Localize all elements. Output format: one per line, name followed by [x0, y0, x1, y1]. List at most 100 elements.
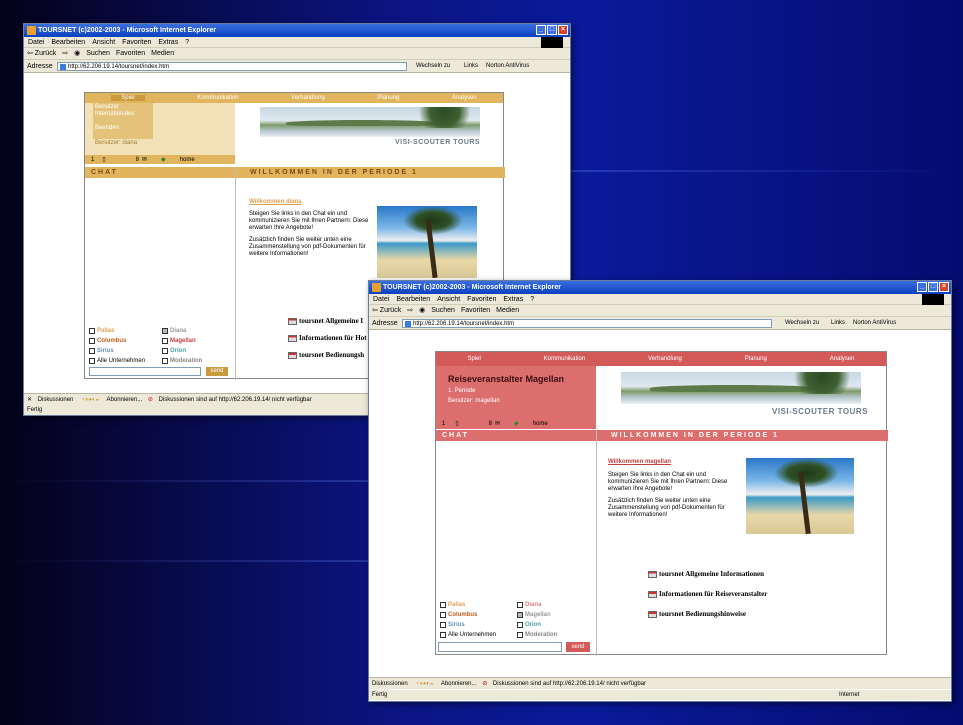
menu-item-internationales[interactable]: Internationales — [95, 111, 151, 118]
user-checkbox[interactable] — [162, 348, 168, 354]
favorites-button[interactable]: Favoriten — [461, 307, 490, 314]
back-button[interactable]: ⇦ Zurück — [372, 307, 401, 314]
user-checkbox[interactable] — [517, 622, 523, 628]
user-checkbox[interactable] — [440, 632, 446, 638]
home-arrow-icon[interactable]: ◆ — [514, 420, 519, 427]
user-checkbox[interactable] — [89, 328, 95, 334]
pdf-link[interactable]: toursnet Bedienungsh — [288, 351, 367, 359]
user-option[interactable]: Alle Unternehmen — [440, 632, 517, 638]
forward-button[interactable]: ⇨ — [62, 50, 68, 57]
nav-verhandlung[interactable]: Verhandlung — [648, 356, 682, 362]
subscribe-button[interactable]: Abonnieren... — [441, 681, 477, 687]
menu-bearbeiten[interactable]: Bearbeiten — [396, 296, 430, 303]
menu-favoriten[interactable]: Favoriten — [467, 296, 496, 303]
user-checkbox[interactable] — [517, 632, 523, 638]
links-button[interactable]: Links — [464, 60, 478, 73]
user-checkbox[interactable] — [440, 622, 446, 628]
user-option[interactable]: Pallas — [440, 602, 517, 608]
mail-icon[interactable]: ✉ — [495, 420, 500, 427]
menu-ansicht[interactable]: Ansicht — [437, 296, 460, 303]
address-input[interactable]: http://62.206.19.14/toursnet/index.htm — [57, 62, 407, 71]
nav-verhandlung[interactable]: Verhandlung — [291, 95, 325, 101]
menu-help[interactable]: ? — [185, 39, 189, 46]
user-option[interactable]: Alle Unternehmen — [89, 358, 162, 364]
browser-window-front[interactable]: TOURSNET (c)2002-2003 - Microsoft Intern… — [368, 280, 952, 702]
user-option[interactable]: Moderation — [517, 632, 594, 638]
user-checkbox[interactable] — [440, 602, 446, 608]
nav-analysen[interactable]: Analysen — [830, 356, 855, 362]
pdf-link[interactable]: toursnet Allgemeine Informationen — [648, 570, 767, 578]
maximize-button[interactable]: □ — [547, 25, 557, 35]
discussion-close-icon[interactable]: ✕ — [27, 397, 32, 403]
user-option[interactable]: Columbus — [440, 612, 517, 618]
user-checkbox[interactable] — [89, 358, 95, 364]
nav-spiel[interactable]: Spiel — [111, 95, 145, 101]
menu-bearbeiten[interactable]: Bearbeiten — [51, 39, 85, 46]
nav-planung[interactable]: Planung — [745, 356, 767, 362]
stop-button[interactable]: ◉ — [74, 50, 80, 57]
menu-datei[interactable]: Datei — [373, 296, 389, 303]
pdf-link[interactable]: Informationen für Hot — [288, 334, 367, 342]
user-checkbox[interactable] — [89, 338, 95, 344]
title-bar[interactable]: TOURSNET (c)2002-2003 - Microsoft Intern… — [24, 24, 570, 37]
subscribe-button[interactable]: Abonnieren... — [107, 397, 143, 403]
menu-item-beenden[interactable]: Beenden — [95, 125, 151, 132]
go-button[interactable]: Wechseln zu — [785, 317, 819, 330]
nav-slider-icon[interactable]: ▯ — [102, 156, 105, 163]
menu-extras[interactable]: Extras — [158, 39, 178, 46]
menu-help[interactable]: ? — [530, 296, 534, 303]
norton-button[interactable]: Norton AntiVirus — [853, 317, 896, 330]
discussion-tools-icon[interactable]: ◔◑◕◐◒ — [81, 397, 99, 403]
search-button[interactable]: Suchen — [86, 50, 110, 57]
go-button[interactable]: Wechseln zu — [416, 60, 450, 73]
nav-spiel[interactable]: Spiel — [467, 356, 480, 362]
nav-planung[interactable]: Planung — [377, 95, 399, 101]
pdf-link[interactable]: toursnet Bedienungshinweise — [648, 610, 767, 618]
home-link[interactable]: home — [533, 421, 548, 427]
user-option[interactable]: Magellan — [162, 338, 235, 344]
user-option[interactable]: Pallas — [89, 328, 162, 334]
user-option[interactable]: Moderation — [162, 358, 235, 364]
maximize-button[interactable]: □ — [928, 282, 938, 292]
nav-analysen[interactable]: Analysen — [452, 95, 477, 101]
user-option[interactable]: Diana — [162, 328, 235, 334]
chat-input[interactable] — [438, 642, 562, 652]
nav-slider-icon[interactable]: ▯ — [455, 420, 458, 427]
menu-favoriten[interactable]: Favoriten — [122, 39, 151, 46]
search-button[interactable]: Suchen — [431, 307, 455, 314]
user-checkbox[interactable] — [162, 358, 168, 364]
menu-item-benutzer[interactable]: Benutzer — [95, 104, 151, 111]
minimize-button[interactable]: _ — [536, 25, 546, 35]
media-button[interactable]: Medien — [151, 50, 174, 57]
user-checkbox[interactable] — [162, 338, 168, 344]
media-button[interactable]: Medien — [496, 307, 519, 314]
norton-button[interactable]: Norton AntiVirus — [486, 60, 529, 73]
user-checkbox[interactable] — [440, 612, 446, 618]
chat-input[interactable] — [89, 367, 201, 376]
menu-datei[interactable]: Datei — [28, 39, 44, 46]
mail-icon[interactable]: ✉ — [142, 156, 147, 163]
menu-extras[interactable]: Extras — [503, 296, 523, 303]
minimize-button[interactable]: _ — [917, 282, 927, 292]
close-button[interactable]: × — [558, 25, 568, 35]
pdf-link[interactable]: toursnet Allgemeine I — [288, 317, 367, 325]
favorites-button[interactable]: Favoriten — [116, 50, 145, 57]
discussion-button[interactable]: Diskussionen — [38, 397, 74, 403]
send-button[interactable]: send — [566, 642, 590, 652]
title-bar[interactable]: TOURSNET (c)2002-2003 - Microsoft Intern… — [369, 281, 951, 294]
address-input[interactable]: http://62.206.19.14/toursnet/index.htm — [402, 319, 772, 328]
user-checkbox[interactable] — [89, 348, 95, 354]
user-checkbox[interactable] — [162, 328, 168, 334]
discussion-tools-icon[interactable]: ◔◑◕◐◒ — [415, 681, 433, 687]
links-button[interactable]: Links — [831, 317, 845, 330]
forward-button[interactable]: ⇨ — [407, 307, 413, 314]
home-link[interactable]: home — [180, 157, 195, 163]
back-button[interactable]: ⇦ Zurück — [27, 50, 56, 57]
home-arrow-icon[interactable]: ◆ — [161, 156, 166, 163]
send-button[interactable]: send — [206, 367, 228, 376]
menu-ansicht[interactable]: Ansicht — [92, 39, 115, 46]
user-option[interactable]: Diana — [517, 602, 594, 608]
user-option[interactable]: Magellan — [517, 612, 594, 618]
user-option[interactable]: Columbus — [89, 338, 162, 344]
stop-button[interactable]: ◉ — [419, 307, 425, 314]
